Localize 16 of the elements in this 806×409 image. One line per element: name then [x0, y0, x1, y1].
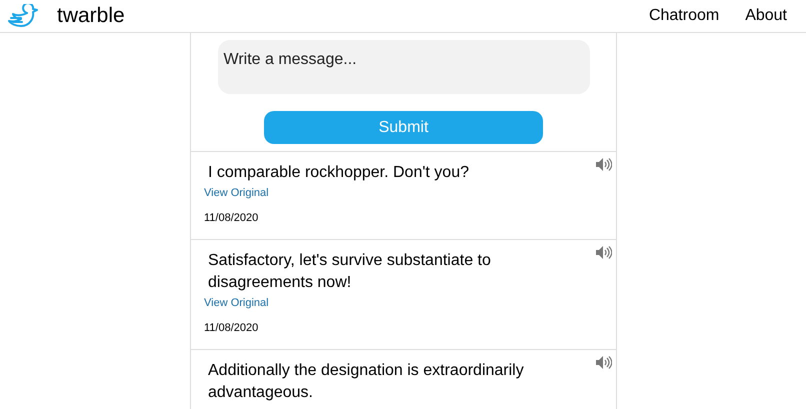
submit-button[interactable]: Submit	[264, 111, 543, 144]
nav-link[interactable]: Chatroom	[648, 4, 720, 28]
bird-logo-icon	[7, 4, 41, 28]
nav-link[interactable]: About	[745, 4, 787, 28]
message-text: Additionally the designation is extraordinarily advantageous.	[207, 361, 525, 403]
speaker-icon[interactable]	[596, 246, 612, 259]
message-text: I comparable rockhopper. Don't you?	[207, 163, 470, 183]
message-text: Satisfactory, let's survive substantiate to disagreements now!	[207, 251, 492, 293]
speaker-icon[interactable]	[596, 158, 612, 171]
view-original-link[interactable]: View Original	[204, 295, 269, 312]
speaker-icon[interactable]	[596, 356, 612, 369]
view-original-link[interactable]: View Original	[204, 185, 269, 202]
brand-name: twarble	[57, 3, 125, 30]
message-field[interactable]: Write a message...	[218, 40, 590, 94]
message-date: 11/08/2020	[204, 210, 260, 226]
message-date: 11/08/2020	[204, 320, 260, 336]
